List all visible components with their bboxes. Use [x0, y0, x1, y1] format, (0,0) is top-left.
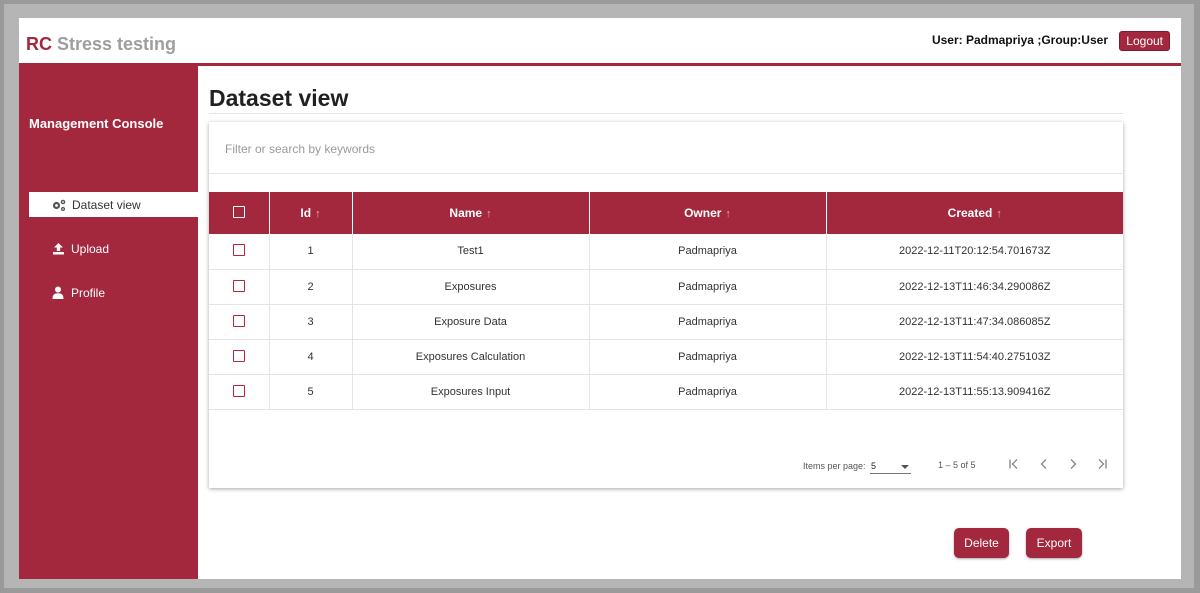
sort-arrow-icon: ↑ — [996, 208, 1002, 220]
table-row[interactable]: 1 Test1 Padmapriya 2022-12-11T20:12:54.7… — [209, 234, 1123, 270]
next-page-button[interactable] — [1063, 454, 1083, 474]
cell-created: 2022-12-13T11:55:13.909416Z — [826, 374, 1123, 410]
cell-owner: Padmapriya — [589, 374, 827, 410]
cell-name: Exposures Calculation — [352, 339, 590, 375]
cell-name: Exposures — [352, 269, 590, 305]
sidebar-item-label: Dataset view — [72, 197, 141, 212]
brand-prefix: RC — [26, 34, 52, 54]
cell-id: 5 — [269, 374, 353, 410]
sidebar: Management Console Dataset view Upload P… — [19, 66, 198, 579]
app-window: RC Stress testing User: Padmapriya ;Grou… — [19, 18, 1181, 579]
page-range-label: 1 – 5 of 5 — [938, 460, 976, 470]
sort-arrow-icon: ↑ — [315, 208, 321, 220]
table-header-row: Id ↑ Name ↑ Owner ↑ Created ↑ — [209, 192, 1123, 234]
cell-created: 2022-12-13T11:46:34.290086Z — [826, 269, 1123, 305]
sidebar-item-label: Upload — [71, 241, 110, 256]
row-select-cell — [209, 374, 270, 410]
column-header-id[interactable]: Id ↑ — [269, 192, 353, 234]
cell-id: 2 — [269, 269, 353, 305]
row-select-cell — [209, 304, 270, 340]
row-select-cell — [209, 339, 270, 375]
table-row[interactable]: 3 Exposure Data Padmapriya 2022-12-13T11… — [209, 304, 1123, 340]
cell-id: 3 — [269, 304, 353, 340]
column-header-owner[interactable]: Owner ↑ — [589, 192, 827, 234]
row-checkbox[interactable] — [232, 279, 245, 292]
column-label: Name — [449, 206, 483, 220]
cell-name: Exposures Input — [352, 374, 590, 410]
chevron-right-icon — [1070, 459, 1077, 469]
cell-owner: Padmapriya — [589, 269, 827, 305]
items-per-page-select[interactable]: 5 — [870, 457, 911, 474]
title-divider — [209, 113, 1123, 114]
sidebar-item-dataset-view[interactable]: Dataset view — [29, 192, 198, 217]
upload-icon — [50, 241, 66, 257]
cell-owner: Padmapriya — [589, 339, 827, 375]
cell-owner: Padmapriya — [589, 234, 827, 270]
sidebar-item-upload[interactable]: Upload — [29, 236, 198, 261]
brand-suffix: Stress testing — [52, 34, 177, 54]
column-label: Id — [300, 206, 312, 220]
user-icon — [50, 285, 66, 301]
previous-page-button[interactable] — [1034, 454, 1054, 474]
dataset-table: Id ↑ Name ↑ Owner ↑ Created ↑ 1 Test1 Padmap… — [209, 192, 1123, 410]
brand-title: RC Stress testing — [26, 34, 176, 55]
top-header: RC Stress testing User: Padmapriya ;Grou… — [19, 18, 1181, 66]
user-info: User: Padmapriya ;Group:User — [931, 33, 1108, 47]
search-input[interactable] — [225, 138, 1085, 160]
sidebar-item-profile[interactable]: Profile — [29, 280, 198, 305]
row-checkbox[interactable] — [232, 244, 245, 256]
cell-name: Test1 — [352, 234, 590, 270]
row-select-cell — [209, 234, 270, 270]
delete-button[interactable]: Delete — [954, 528, 1009, 558]
last-page-icon — [1098, 459, 1107, 469]
select-all-checkbox[interactable] — [232, 205, 245, 218]
select-all-cell — [209, 192, 270, 234]
items-per-page-value: 5 — [871, 461, 877, 471]
sidebar-item-label: Profile — [71, 285, 106, 300]
logout-button[interactable]: Logout — [1119, 31, 1170, 51]
cell-name: Exposure Data — [352, 304, 590, 340]
cell-owner: Padmapriya — [589, 304, 827, 340]
row-select-cell — [209, 269, 270, 305]
gears-icon — [51, 197, 67, 213]
chevron-left-icon — [1040, 459, 1047, 469]
paginator: Items per page: 5 1 – 5 of 5 — [209, 452, 1123, 478]
sort-arrow-icon: ↑ — [486, 208, 492, 220]
sort-arrow-icon: ↑ — [725, 208, 731, 220]
table-row[interactable]: 2 Exposures Padmapriya 2022-12-13T11:46:… — [209, 269, 1123, 305]
column-header-created[interactable]: Created ↑ — [826, 192, 1123, 234]
table-row[interactable]: 5 Exposures Input Padmapriya 2022-12-13T… — [209, 374, 1123, 410]
cell-id: 4 — [269, 339, 353, 375]
page-title: Dataset view — [209, 85, 349, 111]
row-checkbox[interactable] — [232, 349, 245, 362]
column-label: Created — [947, 206, 993, 220]
cell-created: 2022-12-11T20:12:54.701673Z — [826, 234, 1123, 270]
items-per-page-label: Items per page: — [803, 461, 866, 471]
export-button[interactable]: Export — [1026, 528, 1082, 558]
chevron-down-icon — [901, 465, 909, 469]
table-row[interactable]: 4 Exposures Calculation Padmapriya 2022-… — [209, 339, 1123, 375]
row-checkbox[interactable] — [232, 384, 245, 397]
column-label: Owner — [684, 206, 722, 220]
first-page-button[interactable] — [1004, 454, 1024, 474]
dataset-card: Id↑ Name↑ Owner↑ Created↑ 1 Test1 Padmap… — [209, 122, 1123, 488]
cell-id: 1 — [269, 234, 353, 270]
last-page-button[interactable] — [1092, 454, 1112, 474]
search-box — [209, 122, 1123, 174]
sidebar-title: Management Console — [29, 116, 164, 131]
cell-created: 2022-12-13T11:54:40.275103Z — [826, 339, 1123, 375]
cell-created: 2022-12-13T11:47:34.086085Z — [826, 304, 1123, 340]
column-header-name[interactable]: Name ↑ — [352, 192, 590, 234]
first-page-icon — [1009, 459, 1018, 469]
row-checkbox[interactable] — [232, 314, 245, 327]
